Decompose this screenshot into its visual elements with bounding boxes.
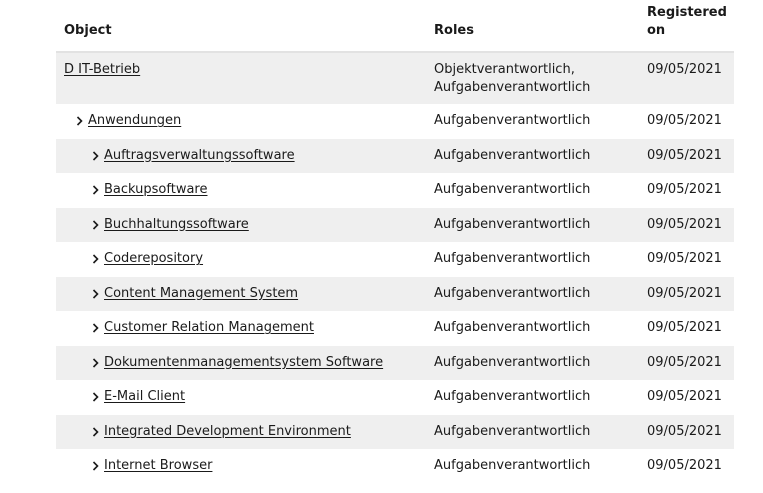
chevron-right-icon[interactable]	[88, 250, 104, 268]
date-cell: 09/05/2021	[647, 458, 722, 473]
object-cell: Anwendungen	[56, 104, 426, 139]
date-cell: 09/05/2021	[639, 276, 734, 311]
roles-cell: Aufgabenverantwortlich	[434, 182, 591, 197]
chevron-right-icon[interactable]	[88, 423, 104, 441]
object-link[interactable]: Dokumentenmanagementsystem Software	[104, 354, 383, 372]
roles-cell: Aufgabenverantwortlich	[434, 251, 591, 266]
date-cell: 09/05/2021	[647, 113, 722, 128]
object-cell: Backupsoftware	[56, 173, 426, 208]
object-cell: Auftragsverwaltungssoftware	[56, 138, 426, 173]
chevron-right-icon[interactable]	[88, 285, 104, 303]
roles-cell: Aufgabenverantwortlich	[434, 389, 591, 404]
object-link[interactable]: Auftragsverwaltungssoftware	[104, 147, 295, 165]
chevron-right-icon[interactable]	[72, 112, 88, 130]
chevron-right-icon[interactable]	[88, 457, 104, 475]
chevron-right-icon[interactable]	[88, 181, 104, 199]
date-cell: 09/05/2021	[639, 414, 734, 449]
table-row: Content Management System Aufgabenverant…	[56, 276, 734, 311]
roles-cell: Aufgabenverantwortlich	[426, 345, 639, 380]
objects-table: Object Roles Registered on D IT-Betrieb …	[56, 0, 734, 484]
object-link[interactable]: Internet Browser	[104, 457, 212, 475]
table-row: Coderepository Aufgabenverantwortlich 09…	[56, 242, 734, 277]
table-row: Internet Browser Aufgabenverantwortlich …	[56, 449, 734, 484]
roles-cell: Aufgabenverantwortlich	[426, 138, 639, 173]
chevron-right-icon[interactable]	[88, 388, 104, 406]
chevron-right-icon[interactable]	[88, 354, 104, 372]
header-row: Object Roles Registered on	[56, 0, 734, 53]
object-cell: Buchhaltungssoftware	[56, 207, 426, 242]
table-header: Object Roles Registered on	[56, 0, 734, 53]
roles-cell: Aufgabenverantwortlich	[426, 414, 639, 449]
roles-cell: Aufgabenverantwortlich	[426, 207, 639, 242]
date-cell: 09/05/2021	[639, 138, 734, 173]
chevron-right-icon[interactable]	[88, 216, 104, 234]
date-cell: 09/05/2021	[647, 182, 722, 197]
table-row: Customer Relation Management Aufgabenver…	[56, 311, 734, 346]
roles-cell: Aufgabenverantwortlich	[434, 320, 591, 335]
date-cell: 09/05/2021	[647, 389, 722, 404]
object-cell: Customer Relation Management	[56, 311, 426, 346]
objects-table-container: Object Roles Registered on D IT-Betrieb …	[56, 0, 734, 484]
roles-cell: Aufgabenverantwortlich	[434, 113, 591, 128]
table-row: Auftragsverwaltungssoftware Aufgabenvera…	[56, 138, 734, 173]
roles-cell: Objektverantwortlich, Aufgabenverantwort…	[426, 52, 639, 104]
date-cell: 09/05/2021	[639, 207, 734, 242]
date-cell: 09/05/2021	[639, 345, 734, 380]
object-link[interactable]: Content Management System	[104, 285, 298, 303]
table-row: Dokumentenmanagementsystem Software Aufg…	[56, 345, 734, 380]
table-row: D IT-Betrieb Objektverantwortlich, Aufga…	[56, 52, 734, 104]
object-link[interactable]: Coderepository	[104, 250, 203, 268]
table-body: D IT-Betrieb Objektverantwortlich, Aufga…	[56, 52, 734, 484]
object-link[interactable]: E-Mail Client	[104, 388, 185, 406]
object-cell: Content Management System	[56, 276, 426, 311]
table-row: Integrated Development Environment Aufga…	[56, 414, 734, 449]
object-link[interactable]: Anwendungen	[88, 112, 181, 130]
date-cell: 09/05/2021	[639, 52, 734, 104]
roles-cell: Aufgabenverantwortlich	[426, 276, 639, 311]
chevron-right-icon[interactable]	[88, 319, 104, 337]
object-cell: Internet Browser	[56, 449, 426, 484]
object-link[interactable]: Customer Relation Management	[104, 319, 314, 337]
object-link[interactable]: Backupsoftware	[104, 181, 207, 199]
table-row: E-Mail Client Aufgabenverantwortlich 09/…	[56, 380, 734, 415]
table-row: Buchhaltungssoftware Aufgabenverantwortl…	[56, 207, 734, 242]
date-cell: 09/05/2021	[647, 251, 722, 266]
object-link[interactable]: Integrated Development Environment	[104, 423, 351, 441]
object-cell: Integrated Development Environment	[56, 414, 426, 449]
table-row: Anwendungen Aufgabenverantwortlich 09/05…	[56, 104, 734, 139]
table-row: Backupsoftware Aufgabenverantwortlich 09…	[56, 173, 734, 208]
object-cell: Coderepository	[56, 242, 426, 277]
roles-cell: Aufgabenverantwortlich	[434, 458, 591, 473]
object-link[interactable]: Buchhaltungssoftware	[104, 216, 249, 234]
object-link[interactable]: D IT-Betrieb	[64, 61, 140, 79]
column-header-roles[interactable]: Roles	[426, 0, 639, 53]
object-cell: Dokumentenmanagementsystem Software	[56, 345, 426, 380]
object-cell: E-Mail Client	[56, 380, 426, 415]
object-cell: D IT-Betrieb	[56, 52, 426, 104]
column-header-object[interactable]: Object	[56, 0, 426, 53]
column-header-registered-on[interactable]: Registered on	[639, 0, 734, 53]
chevron-right-icon[interactable]	[88, 147, 104, 165]
date-cell: 09/05/2021	[647, 320, 722, 335]
